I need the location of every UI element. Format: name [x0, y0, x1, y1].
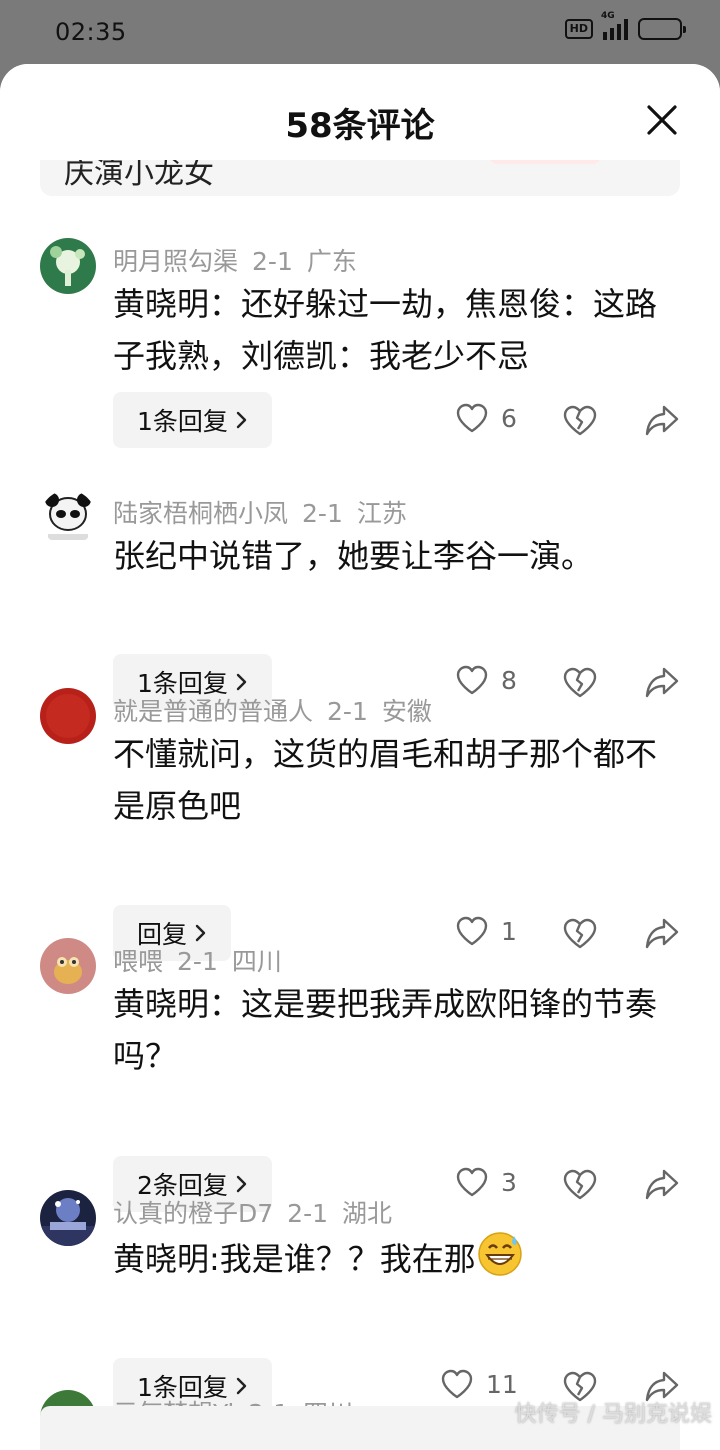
chevron-right-icon	[236, 1377, 247, 1395]
comment-location: 广东	[306, 247, 357, 276]
avatar[interactable]	[40, 238, 96, 294]
username[interactable]: 明月照勾渠	[113, 247, 238, 276]
like-count: 1	[501, 916, 517, 946]
broken-heart-icon[interactable]	[562, 402, 598, 438]
username[interactable]: 就是普通的普通人	[113, 697, 313, 726]
like-count: 3	[501, 1167, 517, 1197]
avatar[interactable]	[40, 1190, 96, 1246]
chevron-right-icon	[195, 924, 206, 942]
close-icon[interactable]	[644, 102, 680, 138]
username[interactable]: 喂喂	[113, 947, 163, 976]
broken-heart-icon[interactable]	[562, 1166, 598, 1202]
username[interactable]: 陆家梧桐栖小凤	[113, 499, 288, 528]
like-button[interactable]: 11	[440, 1368, 518, 1400]
comment-meta: 认真的橙子D7 2-1 湖北	[113, 1194, 392, 1230]
comment-meta: 陆家梧桐栖小凤 2-1 江苏	[113, 494, 407, 530]
comment-location: 江苏	[356, 499, 407, 528]
avatar[interactable]	[40, 490, 96, 546]
like-button[interactable]: 6	[455, 402, 517, 434]
like-button[interactable]: 3	[455, 1166, 517, 1198]
battery-icon	[638, 18, 686, 40]
comment-location: 四川	[231, 947, 282, 976]
share-arrow-icon[interactable]	[644, 915, 680, 951]
watermark: 快传号 / 马别克说娱	[514, 1402, 712, 1427]
comment-location: 湖北	[342, 1199, 393, 1228]
sheet-title: 58条评论	[285, 106, 435, 146]
like-count: 11	[486, 1369, 518, 1399]
sheet-header: 58条评论	[0, 64, 720, 160]
broken-heart-icon[interactable]	[562, 915, 598, 951]
comment-text: 张纪中说错了，她要让李谷一演。	[113, 537, 594, 575]
view-replies-button[interactable]: 1条回复	[113, 392, 272, 448]
share-arrow-icon[interactable]	[644, 1166, 680, 1202]
hd-icon: HD	[564, 19, 593, 39]
broken-heart-icon[interactable]	[562, 664, 598, 700]
comment-text: 不懂就问，这货的眉毛和胡子那个都不是原色吧	[113, 735, 658, 825]
username[interactable]: 认真的橙子D7	[113, 1199, 273, 1228]
signal-icon: 4G	[601, 11, 628, 40]
heart-outline-icon	[456, 916, 488, 946]
network-type: 4G	[601, 11, 615, 21]
heart-outline-icon	[441, 1369, 473, 1399]
comment-text: 黄晓明:我是谁？？我在那	[113, 1230, 673, 1285]
comment-date: 2-1	[327, 697, 368, 726]
grin-sweat-emoji-icon	[478, 1232, 522, 1276]
comment-date: 2-1	[287, 1199, 329, 1228]
like-count: 8	[501, 665, 517, 695]
comment-sheet: 58条评论 庆演小龙女 明月照勾渠 2-1 广东 黄晓明：还好躲过一劫，焦恩俊：这路…	[0, 64, 720, 1450]
comment-date: 2-1	[177, 947, 218, 976]
status-time: 02:35	[55, 18, 127, 46]
comment-text: 黄晓明：这是要把我弄成欧阳锋的节奏吗？	[113, 985, 658, 1075]
comment-location: 安徽	[381, 697, 432, 726]
share-arrow-icon[interactable]	[644, 402, 680, 438]
avatar[interactable]	[40, 938, 96, 994]
comment-date: 2-1	[252, 247, 293, 276]
like-count: 6	[501, 403, 517, 433]
like-button[interactable]: 8	[455, 664, 517, 696]
comment-text: 黄晓明：还好躲过一劫，焦恩俊：这路子我熟，刘德凯：我老少不忌	[113, 285, 658, 375]
chevron-right-icon	[236, 411, 247, 429]
chevron-right-icon	[236, 673, 247, 691]
like-button[interactable]: 1	[455, 915, 517, 947]
share-arrow-icon[interactable]	[644, 664, 680, 700]
status-bar: 02:35 HD 4G	[0, 0, 720, 64]
heart-outline-icon	[456, 403, 488, 433]
comment-date: 2-1	[302, 499, 343, 528]
reply-label: 1条回复	[137, 407, 228, 436]
heart-outline-icon	[456, 1167, 488, 1197]
status-icons: HD 4G	[564, 11, 686, 40]
comment-meta: 就是普通的普通人 2-1 安徽	[113, 692, 432, 728]
comment-meta: 喂喂 2-1 四川	[113, 942, 282, 978]
chevron-right-icon	[236, 1175, 247, 1193]
heart-outline-icon	[456, 665, 488, 695]
comment-meta: 明月照勾渠 2-1 广东	[113, 242, 357, 278]
avatar[interactable]	[40, 688, 96, 744]
comment-text-content: 黄晓明:我是谁？？我在那	[113, 1240, 476, 1278]
